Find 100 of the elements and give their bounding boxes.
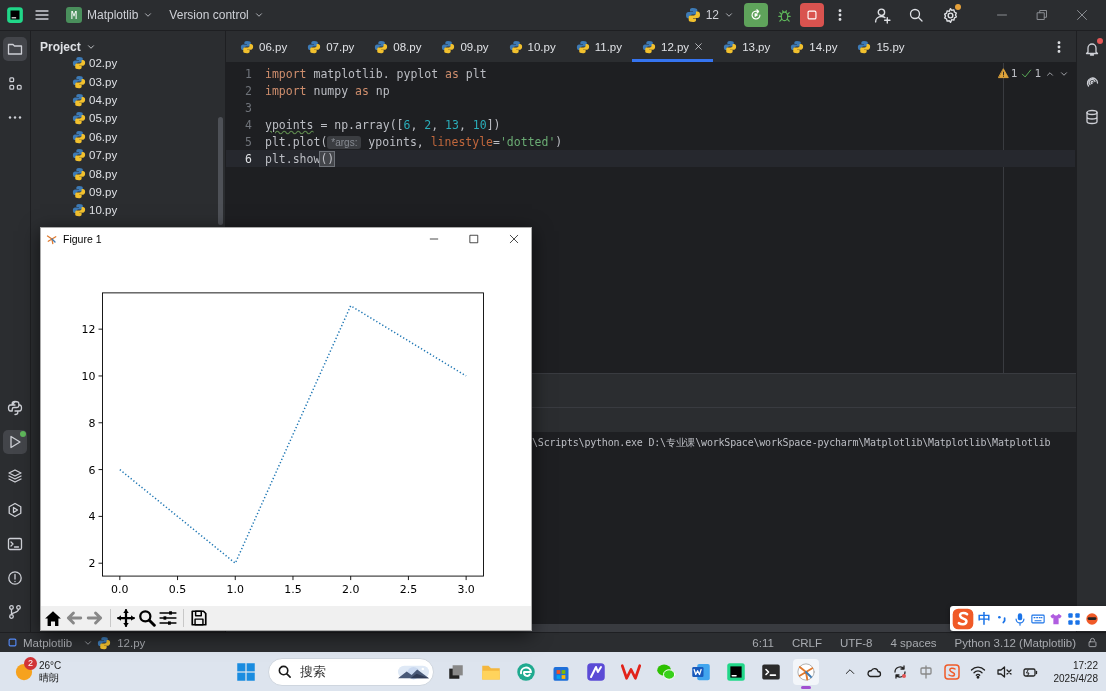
search-field[interactable]: 搜索 xyxy=(298,663,392,680)
database-icon xyxy=(1083,109,1100,125)
sogou-icon[interactable] xyxy=(943,663,960,680)
editor-tab[interactable]: 13.py xyxy=(713,31,781,62)
y-tick-label: 6 xyxy=(88,463,96,477)
python-file-icon xyxy=(723,39,738,54)
y-tick-label: 8 xyxy=(88,416,96,430)
status-item[interactable]: 6:11 xyxy=(745,636,781,649)
clock-date[interactable]: 2025/4/28 xyxy=(1053,671,1098,685)
chevron-down-icon xyxy=(143,10,154,20)
task-view-icon xyxy=(447,662,465,681)
browser-icon xyxy=(516,661,536,682)
input-mode[interactable]: 中 xyxy=(978,609,991,628)
editor-tab[interactable]: 07.py xyxy=(297,31,365,62)
status-item[interactable]: UTF-8 xyxy=(832,636,880,649)
vcs-menu[interactable]: Version control xyxy=(163,2,270,28)
warning-count[interactable]: 1 xyxy=(997,67,1018,80)
module-icon[interactable] xyxy=(8,638,17,647)
clock-time[interactable]: 17:22 xyxy=(1072,658,1098,672)
file-name[interactable]: 04.py xyxy=(89,93,118,106)
project-view-menu[interactable]: Project xyxy=(40,39,96,54)
file-name[interactable]: 07.py xyxy=(89,149,118,162)
chevron-down-icon xyxy=(724,10,734,20)
python-file-icon xyxy=(72,129,86,144)
save-button[interactable] xyxy=(190,609,208,627)
scrollbar-thumb[interactable] xyxy=(218,117,223,225)
workspace-menu[interactable]: M Matplotlib xyxy=(60,2,160,28)
taskbar-search-bar[interactable]: 搜索 xyxy=(268,657,434,686)
run-icon xyxy=(7,434,23,450)
warning-icon xyxy=(997,68,1009,79)
muted-speaker-icon[interactable] xyxy=(995,663,1012,680)
python-file-icon xyxy=(72,74,86,89)
code-line: import matplotlib. pyplot as plt xyxy=(265,66,487,81)
breadcrumb[interactable]: 12.py xyxy=(115,636,153,649)
rerun-button[interactable] xyxy=(744,3,768,27)
status-item[interactable]: Python 3.12 (Matplotlib) xyxy=(947,636,1083,649)
sync-icon[interactable] xyxy=(891,663,908,680)
pan-button[interactable] xyxy=(117,609,135,627)
close-tab-icon[interactable] xyxy=(694,42,704,51)
status-item[interactable]: CRLF xyxy=(784,636,829,649)
python-file-icon xyxy=(441,39,456,54)
line-number: 1 xyxy=(244,66,253,81)
weather-condition: 晴朗 xyxy=(39,671,60,684)
apps-grid-icon[interactable] xyxy=(1067,611,1081,626)
rerun-icon xyxy=(749,8,763,22)
microphone-icon[interactable] xyxy=(1013,611,1027,626)
y-tick-label: 10 xyxy=(81,369,96,383)
editor-tab[interactable]: 14.py xyxy=(780,31,848,62)
services-icon xyxy=(7,502,23,518)
python-file-icon xyxy=(72,111,86,126)
search-icon xyxy=(277,664,292,679)
typo-count[interactable]: 1 xyxy=(1021,67,1041,80)
editor-tab[interactable]: 08.py xyxy=(364,31,432,62)
python-file-icon[interactable] xyxy=(97,635,112,650)
configure-button[interactable] xyxy=(159,609,177,627)
windows-icon xyxy=(236,661,256,682)
file-name[interactable]: 09.py xyxy=(89,185,118,198)
file-name[interactable]: 10.py xyxy=(89,204,118,217)
python-file-icon xyxy=(72,166,86,181)
console-output: \Scripts\python.exe D:\专业课\workSpace\workSpace-pycharm\Matplotlib\Matplotlib\Matplotlib xyxy=(532,436,1052,450)
lock-icon[interactable] xyxy=(1087,637,1098,648)
editor-tab[interactable]: 11.py xyxy=(565,31,632,62)
file-name[interactable]: 08.py xyxy=(89,167,118,180)
editor-tab[interactable]: 06.py xyxy=(230,31,298,62)
file-name[interactable]: 06.py xyxy=(89,130,118,143)
shirt-icon[interactable] xyxy=(1049,611,1063,626)
x-tick-label: 1.0 xyxy=(226,583,244,597)
zoom-button[interactable] xyxy=(138,609,156,627)
x-tick-label: 0.0 xyxy=(111,583,129,597)
file-name[interactable]: 02.py xyxy=(89,57,118,70)
stop-icon xyxy=(805,8,819,22)
keyboard-icon[interactable] xyxy=(1031,611,1045,626)
mascot-icon[interactable] xyxy=(1085,611,1099,626)
y-tick-label: 12 xyxy=(81,323,96,337)
bug-icon xyxy=(776,7,792,23)
interpreter-selector[interactable]: 12 xyxy=(678,2,740,28)
x-tick-label: 1.5 xyxy=(284,583,302,597)
file-name[interactable]: 05.py xyxy=(89,112,118,125)
python-icon xyxy=(684,7,701,23)
forward-button[interactable] xyxy=(86,609,104,627)
x-tick-label: 0.5 xyxy=(168,583,187,597)
app-logo-icon[interactable] xyxy=(6,6,24,24)
check-icon xyxy=(1021,68,1033,79)
line-number: 6 xyxy=(244,151,253,166)
line-number: 2 xyxy=(244,83,253,98)
home-button[interactable] xyxy=(44,609,62,627)
python-file-icon xyxy=(72,148,86,163)
sogou-logo-icon[interactable] xyxy=(952,607,974,630)
editor-tab[interactable]: 09.py xyxy=(431,31,499,62)
project-tool-button[interactable] xyxy=(3,37,27,61)
stop-button[interactable] xyxy=(800,3,824,27)
status-item[interactable]: 4 spaces xyxy=(883,636,944,649)
input-method-icon[interactable] xyxy=(917,663,934,680)
run-tool-button[interactable] xyxy=(3,430,27,454)
file-name[interactable]: 03.py xyxy=(89,75,118,88)
breadcrumb[interactable]: Matplotlib xyxy=(21,636,80,649)
editor-tab[interactable]: 10.py xyxy=(498,31,566,62)
editor-tab[interactable]: 15.py xyxy=(847,31,915,62)
notification-badge: 2 xyxy=(24,656,37,670)
add-user-icon xyxy=(873,6,891,24)
